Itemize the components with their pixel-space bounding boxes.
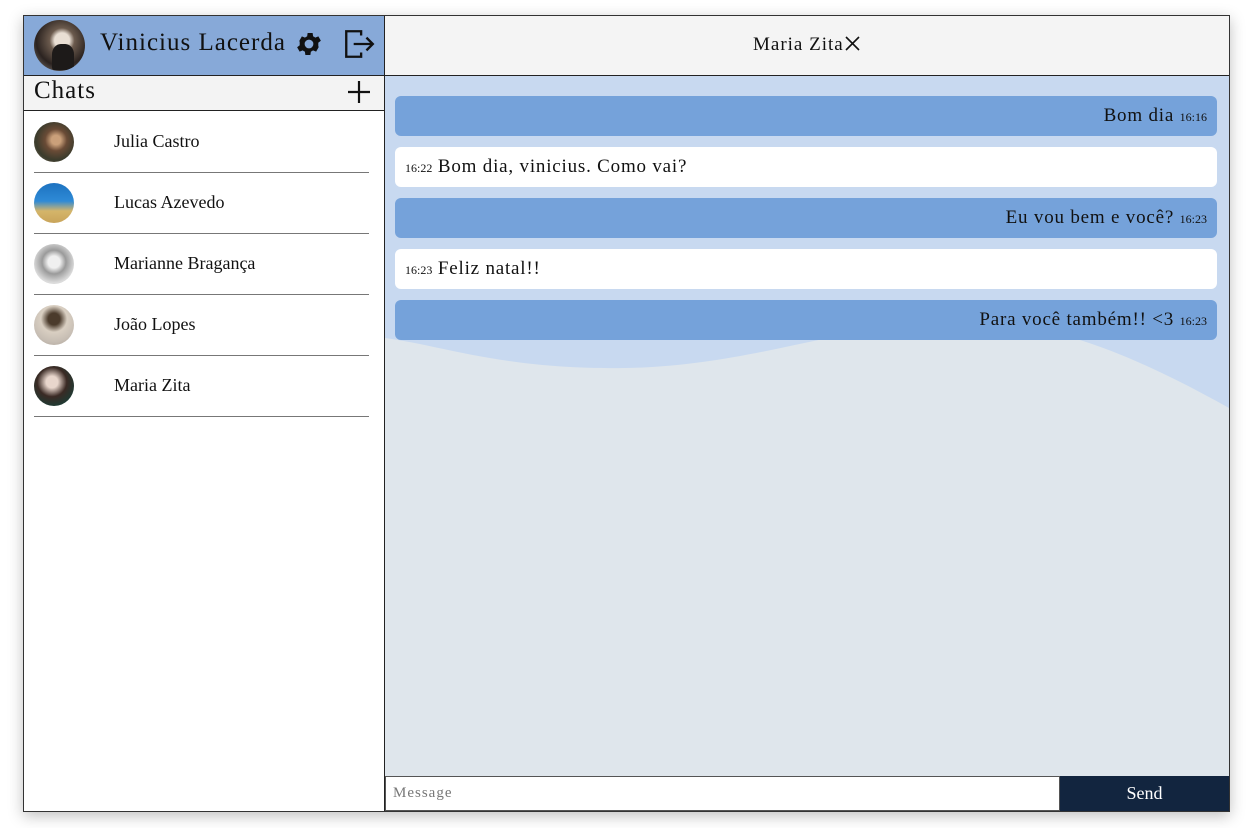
send-button[interactable]: Send [1060,776,1229,811]
user-name: Vinicius Lacerda [100,29,286,56]
chats-title: Chats [34,77,96,104]
avatar [34,183,74,223]
message-text: Bom dia, vinicius. Como vai? [437,156,688,177]
message-area[interactable]: Bom dia 16:16 16:22 Bom dia, vinicius. C… [385,76,1229,776]
sidebar: Vinicius Lacerda Chats Julia Castro Luca… [24,16,385,811]
chat-item-name: Marianne Bragança [114,253,256,273]
avatar [34,305,74,345]
message-time: 16:22 [405,161,433,175]
chat-item-name: Maria Zita [114,375,191,395]
message-text: Feliz natal!! [437,258,541,279]
message-time: 16:16 [1179,110,1207,124]
logout-icon[interactable] [342,27,376,61]
chat-list: Julia Castro Lucas Azevedo Marianne Brag… [34,112,369,417]
chat-item-lucas-azevedo[interactable]: Lucas Azevedo [34,173,369,234]
chat-item-julia-castro[interactable]: Julia Castro [34,112,369,173]
chat-item-joao-lopes[interactable]: João Lopes [34,295,369,356]
user-avatar[interactable] [34,20,85,71]
plus-icon[interactable] [346,79,372,105]
message-text: Para você também!! <3 [979,309,1175,330]
message-time: 16:23 [405,263,433,277]
close-icon[interactable] [844,35,861,52]
message-bubble-sent: Para você também!! <3 16:23 [395,300,1217,340]
message-bubble-sent: Eu vou bem e você? 16:23 [395,198,1217,238]
conversation-panel: Maria Zita Bom dia 16:16 16:22 Bom dia, … [385,16,1229,811]
avatar [34,244,74,284]
message-composer: Send [385,776,1229,811]
message-time: 16:23 [1179,212,1207,226]
message-input[interactable] [385,776,1060,811]
chat-item-maria-zita[interactable]: Maria Zita [34,356,369,417]
chats-header: Chats [24,76,384,111]
gear-icon[interactable] [294,29,324,59]
chat-app-window: Vinicius Lacerda Chats Julia Castro Luca… [23,15,1230,812]
chat-item-name: Lucas Azevedo [114,192,225,212]
message-time: 16:23 [1179,314,1207,328]
chat-item-name: João Lopes [114,314,196,334]
chat-item-marianne-braganca[interactable]: Marianne Bragança [34,234,369,295]
avatar [34,366,74,406]
message-bubble-sent: Bom dia 16:16 [395,96,1217,136]
message-bubble-received: 16:23 Feliz natal!! [395,249,1217,289]
message-text: Bom dia [1103,105,1175,126]
message-bubble-received: 16:22 Bom dia, vinicius. Como vai? [395,147,1217,187]
profile-bar: Vinicius Lacerda [24,16,384,76]
chat-item-name: Julia Castro [114,131,200,151]
avatar [34,122,74,162]
message-text: Eu vou bem e você? [1005,207,1175,228]
conversation-title: Maria Zita [753,34,844,55]
conversation-header: Maria Zita [385,16,1229,76]
